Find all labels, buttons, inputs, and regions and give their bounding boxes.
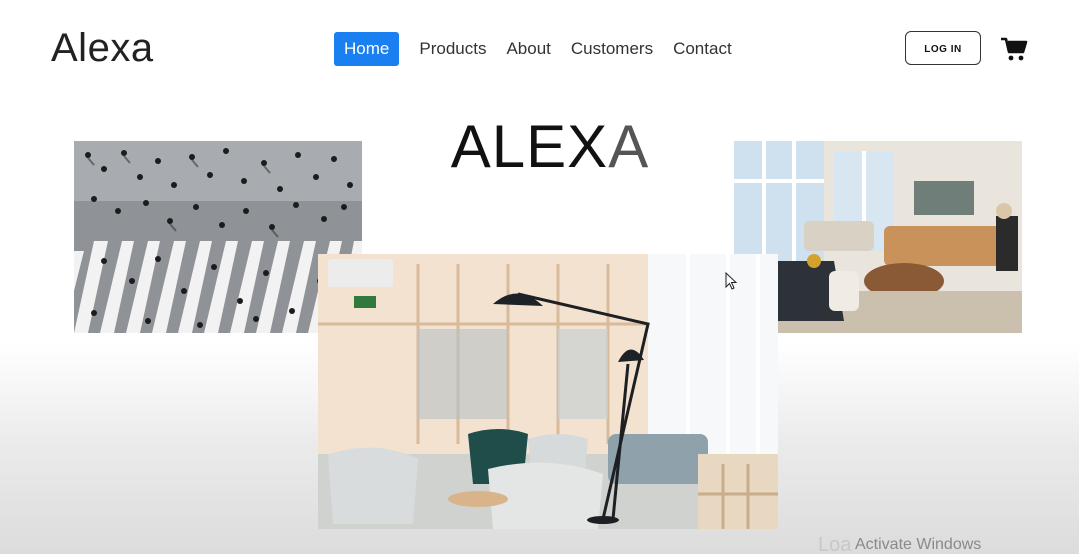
nav-about[interactable]: About [496,32,560,66]
hero-title: ALEXA [450,113,650,180]
office-lounge-photo [318,254,778,529]
mouse-cursor [725,271,738,290]
nav-home[interactable]: Home [334,32,400,66]
cart-icon[interactable] [1000,36,1028,62]
login-button[interactable]: LOG IN [905,31,981,65]
nav-contact[interactable]: Contact [663,32,742,66]
nav-products[interactable]: Products [409,32,496,66]
brand-logo[interactable]: Alexa [51,26,154,71]
nav-customers[interactable]: Customers [561,32,663,66]
windows-activation-watermark: Activate Windows [855,536,982,553]
main-nav: Home Products About Customers Contact [334,32,742,66]
